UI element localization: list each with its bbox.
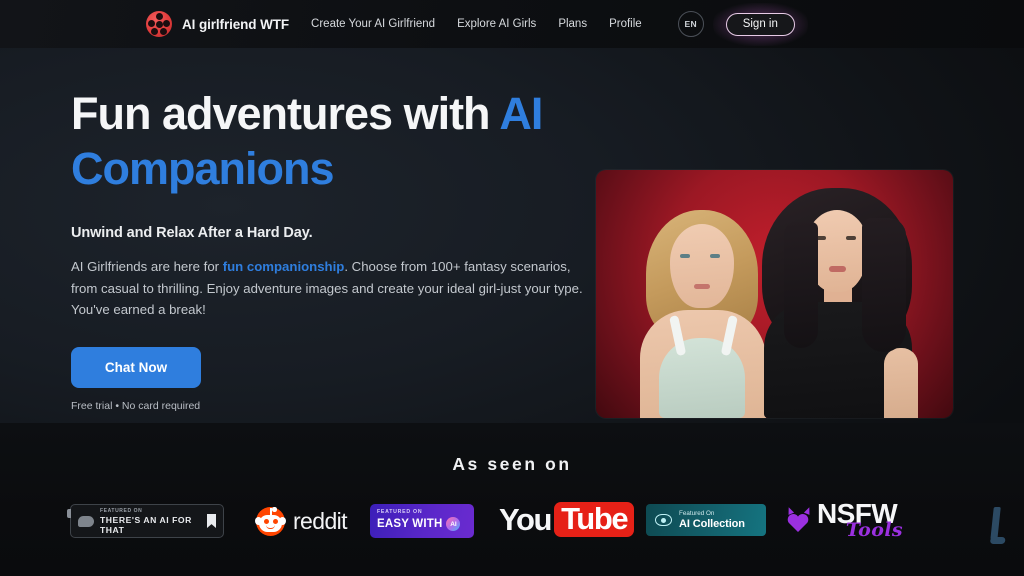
nav-item-profile[interactable]: Profile <box>609 18 642 30</box>
eye-icon <box>655 514 672 526</box>
figure-lips <box>829 266 846 272</box>
reddit-eye <box>273 519 278 524</box>
hero-body-copy: AI Girlfriends are here for fun companio… <box>71 256 587 321</box>
youtube-red-box: Tube <box>554 501 635 537</box>
press-logo-reddit[interactable]: reddit <box>255 507 348 536</box>
signin-button-wrap: Sign in <box>712 2 808 46</box>
press-logo-ai-collection[interactable]: Featured On AI Collection <box>646 504 766 536</box>
logo-hole <box>155 13 163 20</box>
hero-figure-brunette <box>754 188 920 418</box>
reddit-ear <box>255 517 262 525</box>
hero-copy-column: Fun adventures with AI Companions Unwind… <box>71 86 591 412</box>
devil-horn <box>785 506 795 515</box>
youtube-you-text: You <box>499 502 552 537</box>
logo-hole <box>151 28 158 35</box>
taaft-eyebrow: FEATURED ON <box>100 507 143 514</box>
nav-item-explore-ai-girls[interactable]: Explore AI Girls <box>457 18 536 30</box>
youtube-tube-text: Tube <box>561 501 629 536</box>
logo-hole <box>160 28 167 35</box>
reddit-wordmark: reddit <box>293 508 348 534</box>
aicollection-text: Featured On AI Collection <box>679 510 745 530</box>
devil-heart-shape <box>787 513 809 532</box>
taaft-name: THERE'S AN AI FOR THAT <box>100 514 192 535</box>
hero-subheadline: Unwind and Relax After a Hard Day. <box>71 225 313 241</box>
site-header: AI girlfriend WTF Create Your AI Girlfri… <box>0 0 1024 48</box>
hero-figure-blonde <box>632 204 774 418</box>
taaft-blob-icon <box>78 515 94 527</box>
figure-hair-strand <box>784 222 818 348</box>
nsfw-text: NSFW Tools <box>817 499 903 542</box>
easy-name: EASY WITH <box>377 518 443 530</box>
figure-eye <box>846 236 856 240</box>
press-logo-easy-with-ai[interactable]: FEATURED ON EASY WITH AI <box>370 504 474 538</box>
devil-horn <box>803 506 813 515</box>
press-logo-nsfw-tools[interactable]: NSFW Tools <box>785 499 903 542</box>
reddit-ear <box>279 517 286 525</box>
press-logo-youtube[interactable]: You Tube <box>499 501 635 537</box>
figure-hair-strand <box>862 218 906 352</box>
reddit-eye <box>264 519 269 524</box>
hero-section: Fun adventures with AI Companions Unwind… <box>0 48 1024 423</box>
logo-hub <box>155 20 163 28</box>
aicollection-eyebrow: Featured On <box>679 510 715 517</box>
partial-glyph <box>990 507 1001 541</box>
brand-name[interactable]: AI girlfriend WTF <box>182 17 289 32</box>
signin-button[interactable]: Sign in <box>725 12 795 36</box>
bookmark-icon <box>207 514 216 528</box>
logo-hole <box>163 19 170 27</box>
press-logo-partial-cutoff[interactable] <box>982 501 1024 549</box>
taaft-text: FEATURED ON THERE'S AN AI FOR THAT <box>100 508 203 535</box>
reddit-alien-icon <box>255 507 286 536</box>
cta-subnote: Free trial • No card required <box>71 399 201 412</box>
hero-image <box>596 170 953 418</box>
page-root: AI girlfriend WTF Create Your AI Girlfri… <box>0 0 1024 576</box>
figure-eye <box>710 254 720 258</box>
figure-face <box>670 224 734 308</box>
figure-arm <box>884 348 918 418</box>
nsfw-tools-script: Tools <box>845 519 904 541</box>
primary-navigation: AI girlfriend WTF Create Your AI Girlfri… <box>146 2 808 46</box>
body-text-lead: AI Girlfriends are here for <box>71 259 223 274</box>
figure-top <box>659 338 745 418</box>
as-seen-on-title: As seen on <box>452 454 572 474</box>
film-reel-logo-icon[interactable] <box>146 11 172 37</box>
chat-now-button[interactable]: Chat Now <box>71 346 201 388</box>
page-title: Fun adventures with AI Companions <box>71 86 591 196</box>
easy-ai-badge: AI <box>446 517 461 531</box>
press-logo-row: FEATURED ON THERE'S AN AI FOR THAT reddi… <box>0 495 1024 571</box>
fun-companionship-link[interactable]: fun companionship <box>223 259 345 274</box>
easy-eyebrow: FEATURED ON <box>377 509 423 515</box>
as-seen-on-section: As seen on FEATURED ON THERE'S AN AI FOR… <box>0 423 1024 576</box>
language-selector[interactable]: EN <box>677 11 704 37</box>
devil-heart-icon <box>785 506 813 533</box>
press-logo-theres-an-ai-for-that[interactable]: FEATURED ON THERE'S AN AI FOR THAT <box>67 504 224 538</box>
nav-item-plans[interactable]: Plans <box>558 18 587 30</box>
aicollection-name: AI Collection <box>679 518 745 530</box>
reddit-antenna-dot <box>272 507 277 512</box>
easy-name-row: EASY WITH AI <box>377 517 467 531</box>
taaft-edge <box>67 509 71 518</box>
headline-text-plain: Fun adventures with <box>71 88 500 139</box>
nav-item-create-your-ai-girlfriend[interactable]: Create Your AI Girlfriend <box>311 18 435 30</box>
reddit-face <box>259 515 282 532</box>
logo-hole <box>148 19 155 27</box>
figure-lips <box>694 284 710 289</box>
figure-eye <box>680 254 690 258</box>
